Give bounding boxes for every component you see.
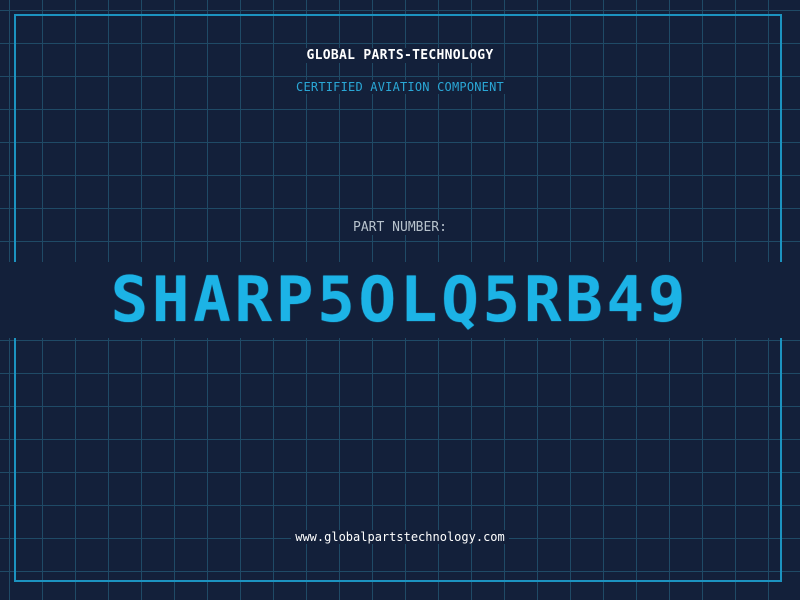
certification-tagline-text: CERTIFIED AVIATION COMPONENT xyxy=(292,80,508,94)
website-url-text: www.globalpartstechnology.com xyxy=(291,530,509,544)
website-url: www.globalpartstechnology.com xyxy=(0,530,800,544)
certification-tagline: CERTIFIED AVIATION COMPONENT xyxy=(0,80,800,94)
company-name: GLOBAL PARTS-TECHNOLOGY xyxy=(0,48,800,63)
part-number-label: PART NUMBER: xyxy=(0,220,800,235)
part-number-value: SHARP5OLQ5RB49 xyxy=(0,262,800,338)
company-name-text: GLOBAL PARTS-TECHNOLOGY xyxy=(302,48,498,63)
part-number-label-text: PART NUMBER: xyxy=(349,220,451,235)
